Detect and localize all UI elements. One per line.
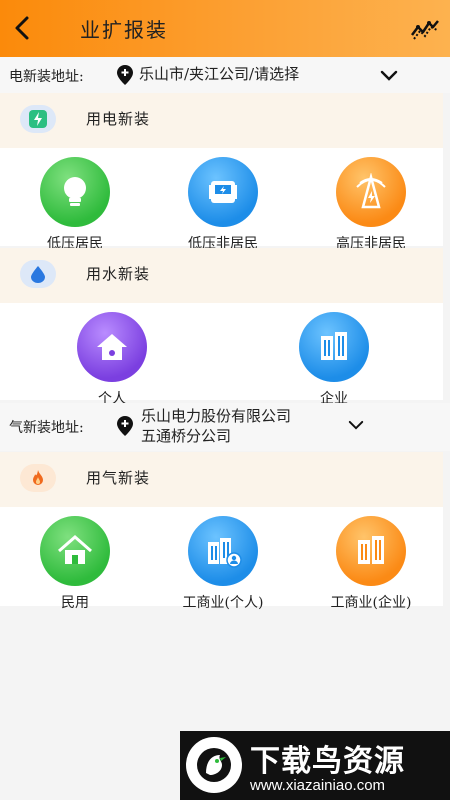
option-civil[interactable]: 民用 — [35, 516, 115, 612]
water-section-header: 用水新装 — [0, 248, 443, 303]
building-icon — [336, 516, 406, 586]
bulb-icon — [40, 157, 110, 227]
electric-address-row[interactable]: 电新装地址: 乐山市/夹江公司/请选择 — [0, 57, 450, 93]
building-icon — [299, 312, 369, 382]
gas-address-line2: 五通桥分公司 — [141, 427, 232, 445]
meter-icon — [188, 157, 258, 227]
app-header: 业扩报装 — [0, 0, 450, 57]
option-personal[interactable]: 个人 — [72, 312, 152, 408]
gas-options: 民用 工商业(个人) 工商业(企业) — [0, 507, 443, 611]
option-enterprise[interactable]: 企业 — [294, 312, 374, 408]
section-title-water: 用水新装 — [86, 265, 151, 283]
location-pin-icon — [117, 65, 133, 85]
flame-icon — [33, 470, 43, 485]
banner-title: 下载鸟资源 — [250, 744, 405, 779]
option-commercial-enterprise[interactable]: 工商业(企业) — [308, 516, 434, 612]
chevron-left-icon[interactable] — [10, 14, 36, 42]
water-options: 个人 企业 — [0, 303, 443, 407]
gas-address-row[interactable]: 气新装地址: 乐山电力股份有限公司 五通桥分公司 — [0, 403, 450, 451]
location-pin-icon — [117, 416, 133, 436]
electric-address-value: 乐山市/夹江公司/请选择 — [139, 65, 300, 83]
gas-section-header: 用气新装 — [0, 452, 443, 507]
option-label: 工商业(个人) — [182, 595, 264, 611]
option-high-voltage-nonresident[interactable]: 高压非居民 — [321, 157, 421, 253]
section-title-electric: 用电新装 — [86, 110, 151, 128]
house-icon — [77, 312, 147, 382]
option-commercial-personal[interactable]: 工商业(个人) — [160, 516, 286, 612]
option-label: 民用 — [61, 595, 89, 611]
electric-address-label: 电新装地址: — [9, 69, 84, 85]
gas-address-line1: 乐山电力股份有限公司 — [141, 407, 292, 425]
section-title-gas: 用气新装 — [86, 469, 151, 487]
option-label: 工商业(企业) — [330, 595, 412, 611]
page-title: 业扩报装 — [80, 18, 168, 42]
chevron-down-icon[interactable] — [380, 70, 398, 82]
electric-section-header: 用电新装 — [0, 93, 443, 148]
water-drop-icon — [31, 266, 45, 283]
banner-url: www.xiazainiao.com — [250, 777, 386, 794]
section-badge — [20, 464, 56, 492]
section-badge — [20, 260, 56, 288]
option-low-voltage-resident[interactable]: 低压居民 — [35, 157, 115, 253]
lightning-icon — [29, 110, 47, 128]
bird-logo-icon — [186, 737, 242, 793]
trend-icon[interactable] — [410, 15, 440, 41]
chevron-down-icon[interactable] — [348, 420, 364, 431]
tower-icon — [336, 157, 406, 227]
option-low-voltage-nonresident[interactable]: 低压非居民 — [173, 157, 273, 253]
gas-address-label: 气新装地址: — [9, 420, 84, 436]
home-icon — [40, 516, 110, 586]
electric-options: 低压居民 低压非居民 高压非居民 — [0, 148, 443, 252]
watermark-banner: 下载鸟资源 www.xiazainiao.com — [180, 731, 450, 800]
section-badge — [20, 105, 56, 133]
building-person-icon — [188, 516, 258, 586]
